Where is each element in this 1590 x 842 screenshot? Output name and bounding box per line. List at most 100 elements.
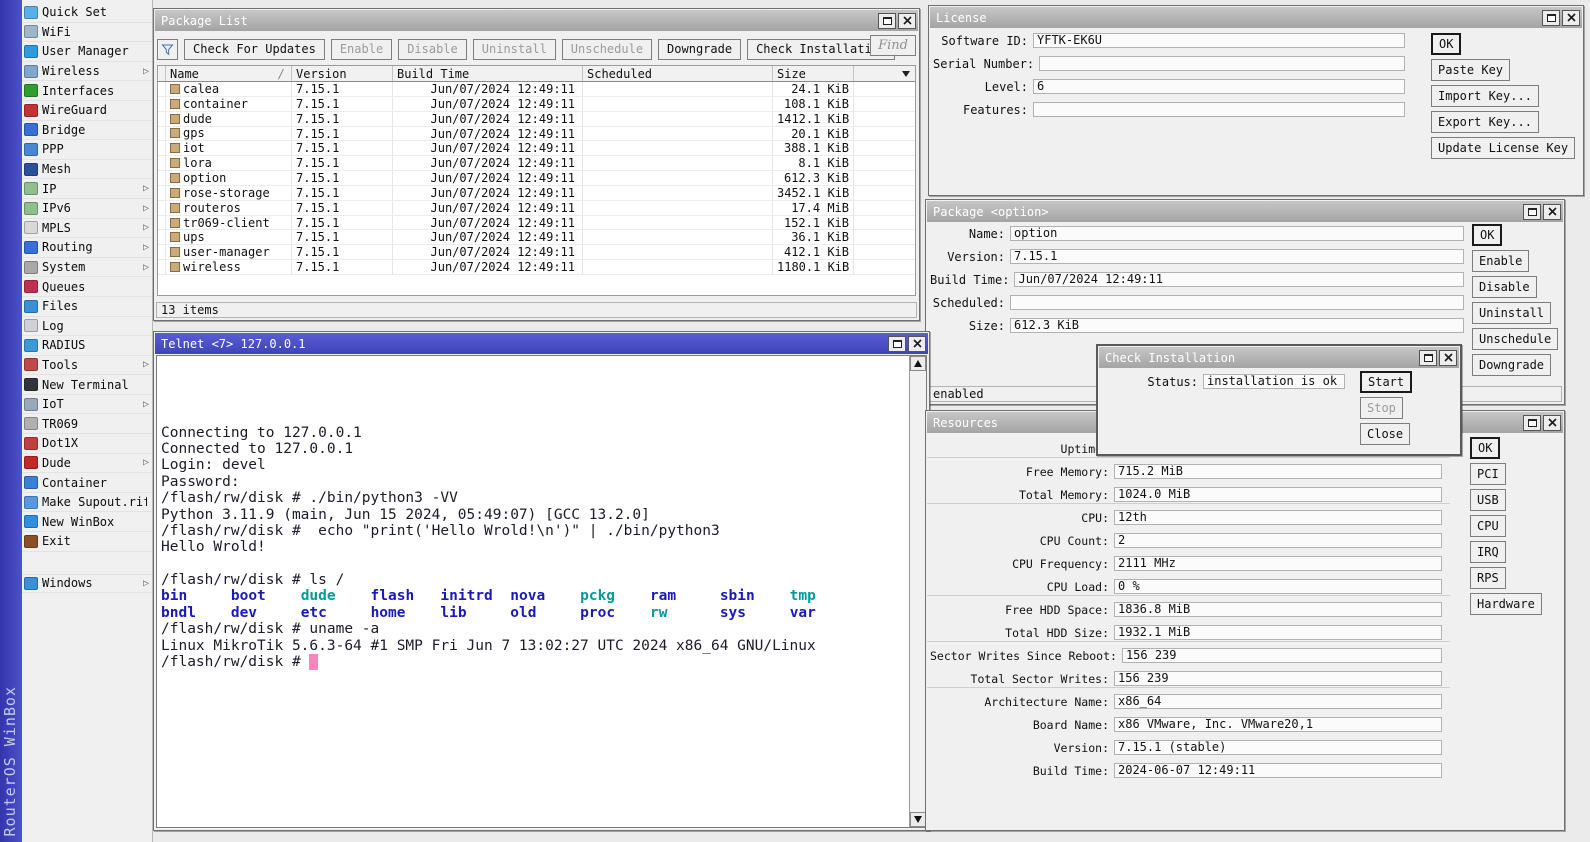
sidebar-item[interactable]: User Manager [22,42,152,62]
sidebar-item[interactable]: Files [22,297,152,317]
resources-button[interactable]: PCI [1470,463,1506,485]
field-value[interactable]: 2024-06-07 12:49:11 [1114,763,1442,778]
field-value[interactable] [1010,295,1464,310]
field-value[interactable]: 1024.0 MiB [1114,487,1442,502]
field-value[interactable]: 0 % [1114,579,1442,594]
table-row[interactable]: rose-storage 7.15.1 Jun/07/2024 12:49:11… [158,186,915,201]
field-value[interactable]: 7.15.1 [1010,249,1464,264]
field-value[interactable]: 156 239 [1114,671,1442,686]
sidebar-item[interactable]: Exit [22,532,152,552]
sidebar-item[interactable]: IoT ▷ [22,395,152,415]
table-row[interactable]: ups 7.15.1 Jun/07/2024 12:49:11 36.1 KiB [158,230,915,245]
sidebar-item[interactable]: IPv6 ▷ [22,199,152,219]
license-button[interactable]: Export Key... [1431,111,1539,133]
sidebar-item[interactable]: Queues [22,277,152,297]
sidebar-item[interactable]: Container [22,473,152,493]
field-value[interactable]: x86 VMware, Inc. VMware20,1 [1114,717,1442,732]
column-header-name[interactable]: Name / [166,66,292,81]
field-value[interactable]: 2111 MHz [1114,556,1442,571]
license-button[interactable]: Paste Key [1431,59,1510,81]
column-header-build-time[interactable]: Build Time [393,66,583,81]
close-button[interactable] [1543,415,1561,431]
sidebar-item[interactable]: Log [22,317,152,337]
status-value[interactable]: installation is ok [1203,374,1345,389]
package-option-titlebar[interactable]: Package <option> [927,201,1563,222]
toolbar-button[interactable]: Uninstall [473,39,556,60]
check-installation-button[interactable]: Stop [1360,397,1403,419]
sidebar-item[interactable]: Bridge [22,121,152,141]
sidebar-item[interactable]: PPP [22,140,152,160]
package-option-button[interactable]: OK [1472,224,1502,246]
maximize-button[interactable] [1523,415,1541,431]
sidebar-item[interactable]: New Terminal [22,375,152,395]
table-row[interactable]: wireless 7.15.1 Jun/07/2024 12:49:11 118… [158,260,915,275]
column-select-button[interactable] [897,66,915,81]
column-header-version[interactable]: Version [292,66,393,81]
table-row[interactable]: gps 7.15.1 Jun/07/2024 12:49:11 20.1 KiB [158,127,915,142]
package-option-button[interactable]: Uninstall [1472,302,1551,324]
license-button[interactable]: Import Key... [1431,85,1539,107]
close-button[interactable] [1439,350,1457,366]
close-button[interactable] [1543,204,1561,220]
field-value[interactable]: x86_64 [1114,694,1442,709]
field-value[interactable]: option [1010,226,1464,241]
sidebar-item[interactable]: Dude ▷ [22,454,152,474]
license-button[interactable]: OK [1431,33,1461,55]
license-button[interactable]: Update License Key [1431,137,1575,159]
resources-button[interactable]: IRQ [1470,541,1506,563]
maximize-button[interactable] [1523,204,1541,220]
license-titlebar[interactable]: License [930,7,1582,28]
table-row[interactable]: user-manager 7.15.1 Jun/07/2024 12:49:11… [158,245,915,260]
toolbar-button[interactable]: Unschedule [562,39,652,60]
scroll-down-button[interactable] [910,812,926,827]
sidebar-item[interactable]: WiFi [22,23,152,43]
resources-button[interactable]: USB [1470,489,1506,511]
package-option-button[interactable]: Enable [1472,250,1529,272]
toolbar-button[interactable]: Check For Updates [184,39,325,60]
sidebar-item[interactable]: Dot1X [22,434,152,454]
field-value[interactable]: 12th [1114,510,1442,525]
terminal-scrollbar[interactable] [909,356,926,827]
telnet-titlebar[interactable]: Telnet <7> 127.0.0.1 [155,333,928,354]
table-row[interactable]: option 7.15.1 Jun/07/2024 12:49:11 612.3… [158,171,915,186]
field-value[interactable]: 7.15.1 (stable) [1114,740,1442,755]
resources-button[interactable]: RPS [1470,567,1506,589]
sidebar-item[interactable]: Make Supout.rif [22,493,152,513]
column-header-size[interactable]: Size [773,66,854,81]
toolbar-button[interactable]: Enable [331,39,392,60]
table-row[interactable]: lora 7.15.1 Jun/07/2024 12:49:11 8.1 KiB [158,156,915,171]
filter-button[interactable] [157,39,178,60]
close-button[interactable] [1562,10,1580,26]
toolbar-button[interactable]: Downgrade [658,39,741,60]
resources-button[interactable]: Hardware [1470,593,1542,615]
field-value[interactable] [1039,56,1405,71]
resources-button[interactable]: CPU [1470,515,1506,537]
field-value[interactable]: Jun/07/2024 12:49:11 [1014,272,1464,287]
toolbar-button[interactable]: Disable [398,39,467,60]
check-installation-titlebar[interactable]: Check Installation [1099,347,1459,368]
sidebar-item[interactable]: Windows ▷ [22,574,152,594]
terminal-output[interactable]: Connecting to 127.0.0.1Connected to 127.… [157,356,909,827]
close-button[interactable] [908,336,926,352]
sidebar-item[interactable]: MPLS ▷ [22,219,152,239]
find-button[interactable]: Find [870,35,916,56]
package-option-button[interactable]: Unschedule [1472,328,1558,350]
table-row[interactable]: container 7.15.1 Jun/07/2024 12:49:11 10… [158,97,915,112]
close-button[interactable] [898,13,916,29]
sidebar-item[interactable]: System ▷ [22,258,152,278]
sidebar-item[interactable]: RADIUS [22,336,152,356]
sidebar-item[interactable]: Routing ▷ [22,238,152,258]
table-row[interactable]: calea 7.15.1 Jun/07/2024 12:49:11 24.1 K… [158,82,915,97]
sidebar-item[interactable]: New WinBox [22,512,152,532]
sidebar-item[interactable]: Mesh [22,160,152,180]
package-option-button[interactable]: Downgrade [1472,354,1551,376]
check-installation-button[interactable]: Start [1360,371,1412,393]
table-row[interactable]: dude 7.15.1 Jun/07/2024 12:49:11 1412.1 … [158,112,915,127]
sidebar-item[interactable]: Tools ▷ [22,356,152,376]
table-row[interactable]: tr069-client 7.15.1 Jun/07/2024 12:49:11… [158,216,915,231]
sidebar-item[interactable]: Quick Set [22,3,152,23]
maximize-button[interactable] [888,336,906,352]
field-value[interactable]: 2 [1114,533,1442,548]
sidebar-item[interactable]: Wireless ▷ [22,62,152,82]
field-value[interactable]: 715.2 MiB [1114,464,1442,479]
